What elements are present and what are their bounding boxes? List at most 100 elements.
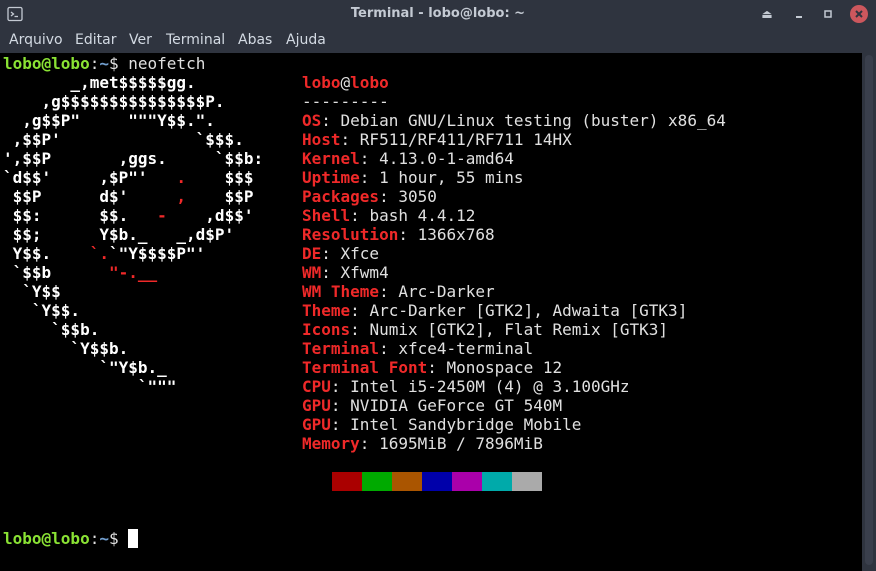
minimize-button[interactable] — [790, 5, 808, 23]
eject-icon: ⏏ — [761, 7, 773, 21]
terminal-window: Terminal - lobo@lobo: ~ ⏏ Arquivo Editar… — [0, 0, 876, 571]
info-row: Kernel: 4.13.0-1-amd64 — [302, 149, 514, 168]
info-value: 3050 — [398, 187, 437, 206]
info-colon: : — [350, 320, 370, 339]
info-value: Monospace 12 — [446, 358, 563, 377]
info-label: DE — [302, 244, 322, 263]
ascii-fragment: ',$$P ,ggs. `$$b: — [3, 149, 264, 168]
info-value: Xfwm4 — [340, 263, 389, 282]
info-colon: : — [321, 244, 341, 263]
info-row: GPU: Intel Sandybridge Mobile — [302, 415, 581, 434]
menu-ver[interactable]: Ver — [129, 28, 152, 53]
info-value: 4.13.0-1-amd64 — [379, 149, 514, 168]
ascii-fragment: - — [157, 206, 167, 225]
info-value: Arc-Darker [GTK2], Adwaita [GTK3] — [369, 301, 688, 320]
info-colon: : — [330, 415, 351, 434]
info-label: Host — [302, 130, 341, 149]
info-at: @ — [340, 73, 351, 92]
info-value: 1366x768 — [417, 225, 495, 244]
info-label: Memory — [302, 434, 360, 453]
menu-terminal[interactable]: Terminal — [166, 28, 225, 53]
color-swatch — [332, 472, 362, 491]
info-colon: : — [379, 339, 399, 358]
maximize-icon — [824, 10, 832, 18]
info-colon: : — [398, 225, 418, 244]
info-row: Shell: bash 4.4.12 — [302, 206, 475, 225]
info-label: WM Theme — [302, 282, 380, 301]
ascii-logo-line: `Y$$. — [3, 301, 80, 320]
ascii-fragment: $$$ — [186, 168, 254, 187]
info-value: 1695MiB / 7896MiB — [379, 434, 543, 453]
info-colon: : — [340, 130, 360, 149]
window-title: Terminal - lobo@lobo: ~ — [350, 6, 526, 21]
info-value: NVIDIA GeForce GT 540M — [350, 396, 563, 415]
color-swatch — [362, 472, 392, 491]
ascii-fragment: `"Y$$$$P"' — [108, 244, 206, 263]
ascii-logo-line: ,g$$$$$$$$$$$$$$$P. — [3, 92, 225, 111]
info-value: Arc-Darker — [398, 282, 495, 301]
menu-ajuda[interactable]: Ajuda — [286, 28, 326, 53]
menu-abas[interactable]: Abas — [238, 28, 272, 53]
shade-button[interactable]: ⏏ — [758, 5, 776, 23]
ascii-logo-line: ,$$P' `$$$. — [3, 130, 244, 149]
info-row: Terminal Font: Monospace 12 — [302, 358, 562, 377]
info-value: 1 hour, 55 mins — [379, 168, 524, 187]
ascii-logo-line: $$; Y$b._ _,d$P' — [3, 225, 235, 244]
ascii-logo-line: `d$$' ,$P"' . $$$ — [3, 168, 253, 187]
info-label: Resolution — [302, 225, 399, 244]
info-row: Theme: Arc-Darker [GTK2], Adwaita [GTK3] — [302, 301, 687, 320]
text-cursor — [128, 529, 139, 548]
terminal-output[interactable]: lobo@lobo:~$ neofetch _,met$$$$$gg. ,g$$… — [0, 53, 862, 571]
ascii-logo-line: ,g$$P" """Y$$.". — [3, 111, 215, 130]
ascii-fragment: $$P — [186, 187, 254, 206]
prompt-sigil: $ — [108, 54, 119, 73]
info-value: Intel Sandybridge Mobile — [350, 415, 582, 434]
info-value: Numix [GTK2], Flat Remix [GTK3] — [369, 320, 669, 339]
info-row: Terminal: xfce4-terminal — [302, 339, 533, 358]
scrollbar-thumb[interactable] — [865, 55, 873, 565]
close-button[interactable] — [850, 5, 868, 23]
info-label: Terminal Font — [302, 358, 428, 377]
ascii-fragment: `$$b — [3, 263, 109, 282]
ascii-fragment: `""" — [3, 377, 177, 396]
info-colon: : — [330, 377, 351, 396]
ascii-fragment: ,d$$' — [166, 206, 254, 225]
info-row: Memory: 1695MiB / 7896MiB — [302, 434, 543, 453]
info-label: WM — [302, 263, 322, 282]
ascii-fragment: "-.__ — [108, 263, 158, 282]
info-separator: --------- — [302, 92, 389, 111]
ascii-logo-line: ',$$P ,ggs. `$$b: — [3, 149, 263, 168]
ascii-fragment: `Y$$. — [3, 301, 81, 320]
prompt-line-2: lobo@lobo:~$ — [3, 529, 139, 548]
vertical-scrollbar[interactable] — [862, 53, 876, 571]
prompt-line-1: lobo@lobo:~$ neofetch — [3, 54, 205, 73]
color-swatch — [392, 472, 422, 491]
ascii-logo-line: `"Y$b._ — [3, 358, 167, 377]
info-colon: : — [427, 358, 447, 377]
ascii-fragment: `Y$$b. — [3, 339, 129, 358]
info-value: Xfce — [340, 244, 380, 263]
ascii-fragment: `$$b. — [3, 320, 100, 339]
ascii-fragment: `"Y$b._ — [3, 358, 167, 377]
color-swatch — [422, 472, 452, 491]
info-value: RF511/RF411/RF711 14HX — [359, 130, 572, 149]
maximize-button[interactable] — [819, 5, 837, 23]
close-icon — [855, 10, 863, 18]
ascii-logo-line: $$: $$. - ,d$$' — [3, 206, 254, 225]
ascii-logo-line: _,met$$$$$gg. — [3, 73, 195, 92]
info-row: OS: Debian GNU/Linux testing (buster) x8… — [302, 111, 726, 130]
info-row: DE: Xfce — [302, 244, 379, 263]
menu-arquivo[interactable]: Arquivo — [9, 28, 63, 53]
ascii-fragment: `Y$$ — [3, 282, 61, 301]
info-label: CPU — [302, 377, 331, 396]
info-row: Uptime: 1 hour, 55 mins — [302, 168, 524, 187]
info-label: Packages — [302, 187, 380, 206]
prompt-user-host: lobo@lobo — [3, 529, 90, 548]
info-user: lobo — [302, 73, 341, 92]
ascii-fragment: ,g$$$$$$$$$$$$$$$P. — [3, 92, 225, 111]
menu-editar[interactable]: Editar — [75, 28, 116, 53]
info-row: WM: Xfwm4 — [302, 263, 389, 282]
info-colon: : — [379, 187, 399, 206]
title-bar[interactable]: Terminal - lobo@lobo: ~ ⏏ — [0, 0, 876, 28]
ascii-fragment: . — [176, 168, 187, 187]
